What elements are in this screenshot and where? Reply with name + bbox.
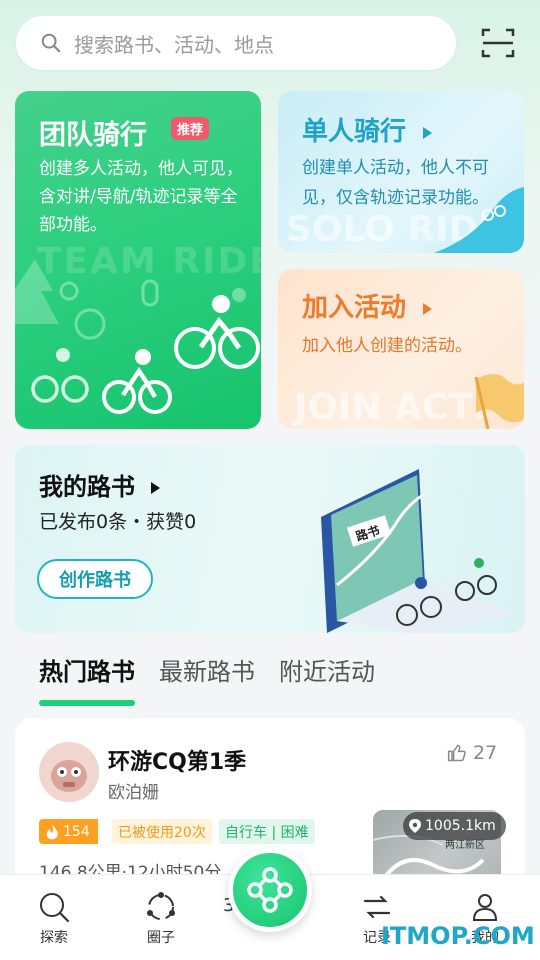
scan-icon[interactable]	[480, 26, 516, 60]
flag-illustration	[474, 374, 524, 429]
heat-badge: 154	[39, 819, 98, 844]
active-tab-indicator	[39, 700, 135, 706]
like-count-value: 27	[473, 742, 498, 764]
my-routes-card[interactable]: 我的路书 已发布0条・获赞0 创作路书 路书	[15, 445, 525, 633]
network-nodes-icon	[247, 867, 293, 913]
create-route-button[interactable]: 创作路书	[37, 559, 153, 599]
tab-hot-routes[interactable]: 热门路书	[39, 652, 135, 687]
team-ride-illustration	[15, 259, 260, 414]
nav-circle-label: 圈子	[147, 930, 175, 946]
join-activity-description: 加入他人创建的活动。	[302, 336, 472, 356]
location-pin-icon	[409, 819, 421, 833]
thumbs-up-icon	[447, 744, 466, 762]
distance-value: 1005.1km	[425, 818, 496, 834]
usage-badge: 已被使用20次	[112, 819, 212, 844]
start-ride-fab[interactable]	[228, 848, 312, 932]
chevron-right-icon	[423, 302, 433, 315]
distance-badge: 1005.1km	[403, 812, 506, 840]
chevron-right-icon	[151, 482, 161, 494]
search-input[interactable]: 搜索路书、活动、地点	[74, 29, 274, 58]
site-watermark: ITMOP.COM	[381, 922, 535, 950]
type-badge: 自行车 | 困难	[219, 819, 315, 844]
user-icon	[472, 894, 498, 921]
search-icon	[40, 893, 70, 923]
my-routes-title: 我的路书	[39, 473, 135, 501]
record-route-icon	[363, 895, 391, 919]
route-tabs: 热门路书 最新路书 附近活动	[0, 652, 540, 712]
tab-nearby-activities[interactable]: 附近活动	[279, 652, 375, 687]
hill-cyclist-illustration	[434, 187, 524, 253]
like-count[interactable]: 27	[447, 742, 497, 764]
nav-explore-label: 探索	[40, 930, 68, 946]
join-activity-card[interactable]: JOIN ACTI 加入活动 加入他人创建的活动。	[278, 269, 524, 429]
tab-latest-routes[interactable]: 最新路书	[159, 652, 255, 687]
route-author: 欧泊姗	[108, 783, 159, 803]
join-activity-title: 加入活动	[302, 293, 407, 323]
team-ride-card[interactable]: 团队骑行 推荐 创建多人活动，他人可见，含对讲/导航/轨迹记录等全部功能。 TE…	[15, 91, 261, 429]
route-book-illustration: 路书	[321, 469, 515, 633]
solo-ride-card[interactable]: SOLO RIDE 单人骑行 创建单人活动，他人不可见，仅含轨迹记录功能。	[278, 91, 524, 253]
avatar[interactable]	[39, 742, 99, 802]
my-routes-stats: 已发布0条・获赞0	[39, 511, 197, 533]
team-ride-description: 创建多人活动，他人可见，含对讲/导航/轨迹记录等全部功能。	[39, 159, 243, 235]
solo-ride-title: 单人骑行	[302, 117, 407, 147]
search-icon	[41, 33, 61, 53]
circle-community-icon	[147, 892, 175, 920]
chevron-right-icon	[423, 126, 433, 139]
flame-icon	[46, 823, 58, 839]
nav-explore[interactable]: 探索	[24, 891, 84, 947]
search-bar[interactable]: 搜索路书、活动、地点	[16, 16, 456, 70]
join-activity-watermark: JOIN ACTI	[294, 387, 487, 428]
heat-value: 154	[63, 823, 90, 840]
nav-circle[interactable]: 圈子	[131, 891, 191, 947]
recommended-badge: 推荐	[171, 117, 210, 140]
route-title: 环游CQ第1季	[108, 750, 247, 775]
team-ride-title: 团队骑行	[39, 120, 147, 151]
